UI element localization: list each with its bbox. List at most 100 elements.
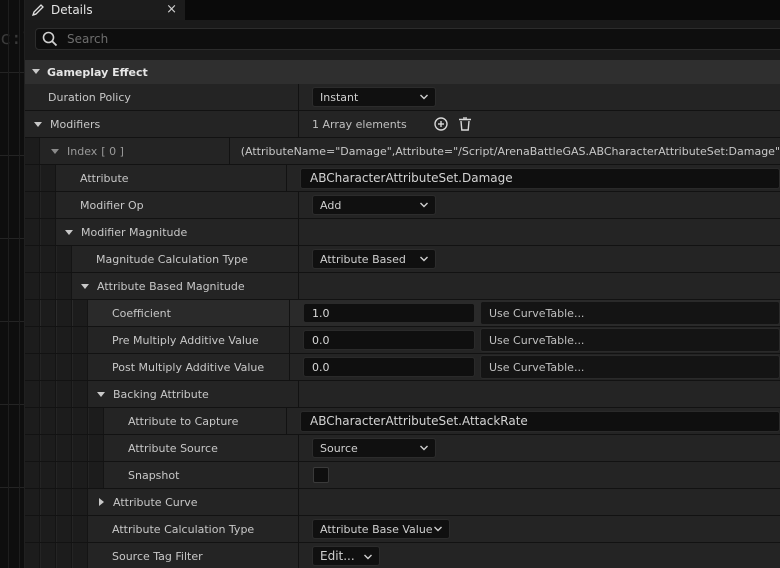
trash-icon[interactable]	[457, 116, 473, 132]
number-value: 0.0	[312, 360, 330, 374]
number-value: 1.0	[312, 306, 330, 320]
property-row-modifier-op: Modifier Op Add	[25, 192, 780, 219]
property-name-cell: Backing Attribute	[25, 381, 299, 407]
indent-guide	[25, 273, 40, 299]
pencil-icon	[31, 3, 45, 17]
index-number: [ 0 ]	[101, 144, 124, 158]
property-name-cell: Attribute to Capture	[25, 408, 287, 434]
chevron-down-icon[interactable]	[63, 226, 75, 238]
property-value-cell	[299, 381, 780, 407]
search-box[interactable]	[35, 28, 780, 50]
indent-guide	[57, 462, 72, 488]
indent-guide	[73, 435, 88, 461]
property-name-cell: Post Multiply Additive Value	[25, 354, 290, 380]
gutter-line	[0, 72, 24, 73]
property-label: Attribute Based Magnitude	[97, 279, 245, 293]
attribute-source-dropdown[interactable]: Source	[312, 438, 436, 458]
property-name-cell: Attribute	[25, 165, 287, 191]
indent-guide	[41, 381, 56, 407]
duration-policy-dropdown[interactable]: Instant	[312, 87, 436, 107]
dropdown-value: Attribute Base Value	[320, 522, 433, 536]
indent-guide	[41, 354, 56, 380]
property-row-source-tag-filter: Source Tag Filter Edit...	[25, 543, 780, 568]
dropdown-value: Add	[320, 198, 342, 212]
modifier-op-dropdown[interactable]: Add	[312, 195, 436, 215]
property-label: Attribute Curve	[113, 495, 198, 509]
details-panel: Gameplay Effect Duration Policy Instant …	[25, 20, 780, 568]
indent-guide	[73, 354, 88, 380]
chevron-down-icon[interactable]	[79, 280, 91, 292]
chevron-down-icon	[363, 551, 373, 561]
post-multiply-input[interactable]: 0.0	[303, 357, 475, 377]
property-label: Magnitude Calculation Type	[96, 252, 248, 266]
magnitude-calculation-type-dropdown[interactable]: Attribute Based	[312, 249, 436, 269]
indent-guide	[89, 408, 104, 434]
indent-guide	[25, 138, 40, 164]
chevron-down-icon[interactable]	[49, 145, 61, 157]
property-value-cell	[299, 273, 780, 299]
chevron-down-icon[interactable]	[95, 388, 107, 400]
tab-details[interactable]: Details ×	[25, 0, 185, 20]
indent-guide	[41, 219, 56, 245]
property-row-magnitude-calculation-type: Magnitude Calculation Type Attribute Bas…	[25, 246, 780, 273]
number-value: 0.0	[312, 333, 330, 347]
category-gameplay-effect[interactable]: Gameplay Effect	[25, 60, 780, 84]
attribute-to-capture-picker[interactable]: ABCharacterAttributeSet.AttackRate	[300, 410, 780, 432]
property-row-attribute-source: Attribute Source Source	[25, 435, 780, 462]
attribute-picker[interactable]: ABCharacterAttributeSet.Damage	[300, 167, 780, 189]
property-value-cell: 0.0 Use CurveTable...	[290, 327, 780, 353]
property-row-modifiers: Modifiers 1 Array elements	[25, 111, 780, 138]
source-tag-filter-edit-button[interactable]: Edit...	[312, 546, 380, 566]
gutter-line	[8, 0, 9, 568]
indent-guide	[89, 462, 104, 488]
close-icon[interactable]: ×	[166, 2, 177, 17]
property-row-post-multiply-additive-value: Post Multiply Additive Value 0.0 Use Cur…	[25, 354, 780, 381]
search-bar	[25, 20, 780, 58]
property-row-duration-policy: Duration Policy Instant	[25, 84, 780, 111]
add-circle-icon[interactable]	[433, 116, 449, 132]
indent-guide	[73, 327, 88, 353]
indent-guide	[25, 246, 40, 272]
chevron-right-icon[interactable]	[95, 496, 107, 508]
property-value-cell: ABCharacterAttributeSet.Damage	[287, 165, 780, 191]
indent-guide	[41, 165, 56, 191]
coefficient-input[interactable]: 1.0	[303, 303, 475, 323]
property-label: Attribute to Capture	[128, 414, 239, 428]
gutter-line	[19, 0, 20, 568]
property-name-cell: Source Tag Filter	[25, 543, 299, 568]
indent-guide	[57, 354, 72, 380]
struct-summary: (AttributeName="Damage",Attribute="/Scri…	[240, 144, 780, 158]
pre-multiply-input[interactable]: 0.0	[303, 330, 475, 350]
search-input[interactable]	[67, 32, 667, 46]
chevron-down-icon[interactable]	[32, 118, 44, 130]
indent-guide	[73, 516, 88, 542]
dropdown-value: Instant	[320, 90, 359, 104]
indent-guide	[41, 516, 56, 542]
snapshot-checkbox[interactable]	[313, 467, 329, 483]
indent-guide	[41, 462, 56, 488]
property-name-cell: Coefficient	[25, 300, 290, 326]
indent-guide	[57, 435, 72, 461]
background-text: c:1	[0, 28, 24, 49]
property-name-cell: Attribute Source	[25, 435, 299, 461]
property-value-cell: Add	[299, 192, 780, 218]
indent-guide	[73, 462, 88, 488]
gutter-line	[0, 155, 24, 156]
attribute-calculation-type-dropdown[interactable]: Attribute Base Value	[312, 519, 450, 539]
property-value-cell	[299, 219, 780, 245]
indent-guide	[41, 489, 56, 515]
property-label: Pre Multiply Additive Value	[112, 333, 259, 347]
use-curvetable-button[interactable]: Use CurveTable...	[480, 355, 780, 379]
indent-guide	[57, 300, 72, 326]
indent-guide	[57, 381, 72, 407]
use-curvetable-button[interactable]: Use CurveTable...	[480, 301, 780, 325]
property-name-cell: Duration Policy	[25, 84, 299, 110]
indent-guide	[25, 489, 40, 515]
property-label: Snapshot	[128, 468, 180, 482]
indent-guide	[57, 489, 72, 515]
property-label: Duration Policy	[48, 90, 131, 104]
use-curvetable-button[interactable]: Use CurveTable...	[480, 328, 780, 352]
property-label: Modifiers	[50, 117, 101, 131]
indent-guide	[25, 381, 40, 407]
property-name-cell: Pre Multiply Additive Value	[25, 327, 290, 353]
